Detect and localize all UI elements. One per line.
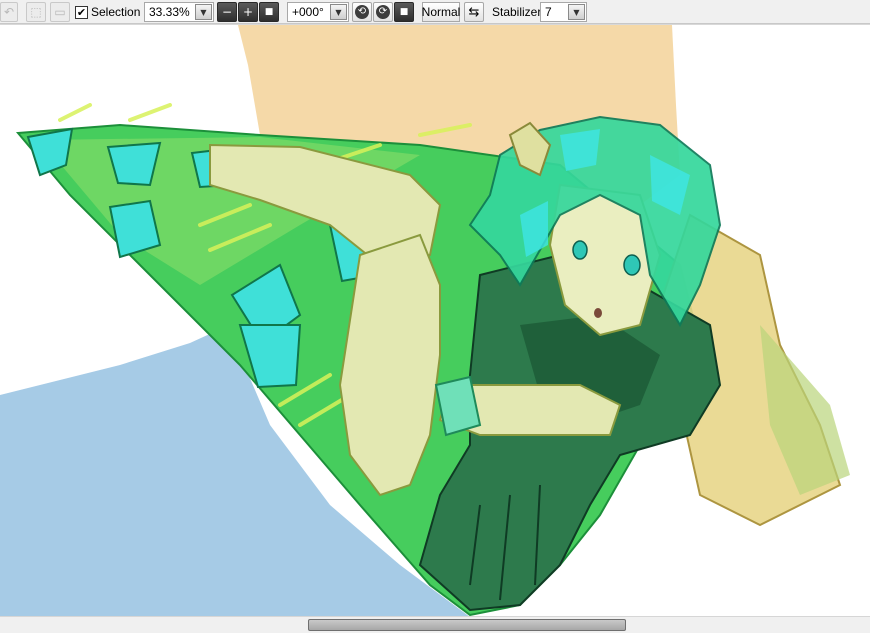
- rotation-dropdown-icon[interactable]: ▼: [330, 4, 347, 20]
- canvas-toolbar: ↶ ⬚ ▭ ✔ Selection 33.33% ▼ − + ■ +000° ▼…: [0, 0, 870, 24]
- select-all-button[interactable]: ▭: [50, 2, 70, 22]
- rotate-reset-button[interactable]: ■: [394, 2, 414, 22]
- horizontal-scrollbar[interactable]: [0, 616, 870, 633]
- reset-square-icon: ■: [264, 6, 274, 17]
- scrollbar-thumb[interactable]: [308, 619, 626, 631]
- plus-icon: +: [242, 5, 254, 19]
- rotate-cw-button[interactable]: ⟳: [373, 2, 393, 22]
- blend-mode-label: Normal: [421, 5, 461, 19]
- drawing-canvas[interactable]: [0, 24, 870, 616]
- rotate-ccw-icon: ⟲: [355, 5, 369, 19]
- stabilizer-value: 7: [545, 5, 552, 19]
- checkmark-icon: ✔: [76, 5, 87, 19]
- blend-mode-button[interactable]: Normal: [422, 2, 460, 22]
- zoom-out-button[interactable]: −: [217, 2, 237, 22]
- rotate-ccw-button[interactable]: ⟲: [352, 2, 372, 22]
- undo-button[interactable]: ↶: [0, 2, 18, 22]
- zoom-value: 33.33%: [149, 5, 190, 19]
- deselect-button[interactable]: ⬚: [26, 2, 46, 22]
- rotation-value: +000°: [292, 5, 324, 19]
- selection-toggle[interactable]: ✔ Selection: [75, 2, 140, 22]
- zoom-select[interactable]: 33.33% ▼: [144, 2, 214, 22]
- character-eye-left: [572, 240, 588, 260]
- character-eye-right: [623, 254, 641, 276]
- stabilizer-label-text: Stabilizer: [492, 5, 542, 19]
- zoom-in-button[interactable]: +: [238, 2, 258, 22]
- rotation-select[interactable]: +000° ▼: [287, 2, 349, 22]
- character-mouth: [594, 308, 602, 318]
- flip-horizontal-button[interactable]: ⇆: [464, 2, 484, 22]
- reset-square-icon: ■: [399, 6, 409, 17]
- deselect-icon: ⬚: [30, 5, 42, 19]
- selection-label: Selection: [91, 5, 141, 19]
- stabilizer-dropdown-icon[interactable]: ▼: [568, 4, 585, 20]
- undo-icon: ↶: [3, 5, 15, 19]
- artwork-illustration: [0, 25, 850, 616]
- select-all-icon: ▭: [54, 5, 66, 19]
- stabilizer-label: Stabilizer: [492, 2, 541, 22]
- flip-horizontal-icon: ⇆: [468, 4, 480, 20]
- zoom-dropdown-icon[interactable]: ▼: [195, 4, 212, 20]
- minus-icon: −: [221, 5, 233, 19]
- zoom-reset-button[interactable]: ■: [259, 2, 279, 22]
- rotate-cw-icon: ⟳: [376, 5, 390, 19]
- stabilizer-select[interactable]: 7 ▼: [540, 2, 587, 22]
- selection-checkbox[interactable]: ✔: [75, 5, 88, 19]
